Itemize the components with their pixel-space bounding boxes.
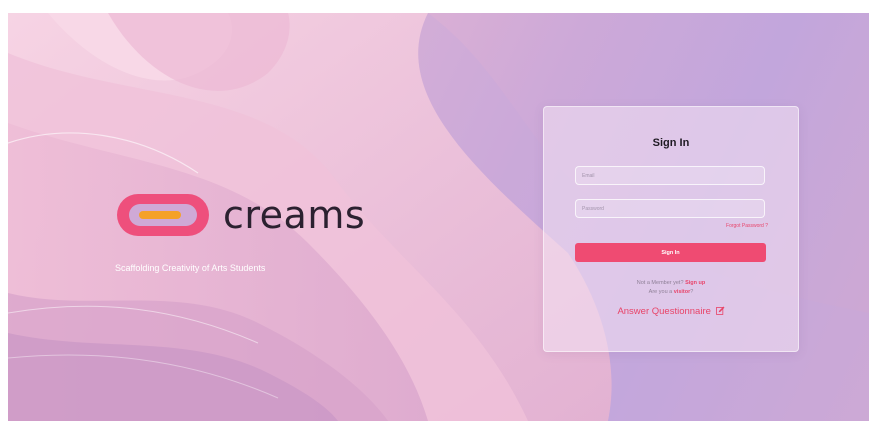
visitor-prefix-text: Are you a — [648, 289, 673, 295]
not-member-text: Not a Member yet? — [636, 280, 684, 286]
forgot-password-link[interactable]: Forgot Password ? — [726, 223, 768, 229]
sign-in-card: Sign In Forgot Password ? Sign In Not a … — [543, 106, 799, 352]
brand-logo: creams — [114, 189, 365, 245]
sign-in-title: Sign In — [652, 137, 690, 149]
password-field[interactable] — [575, 199, 765, 218]
visitor-link[interactable]: visitor — [674, 289, 691, 295]
brand-name: creams — [223, 193, 366, 237]
questionnaire-label: Answer Questionnaire — [617, 306, 711, 317]
visitor-suffix-text: ? — [690, 289, 694, 295]
sign-up-link[interactable]: Sign up — [685, 280, 705, 286]
visitor-prompt: Are you a visitor? — [544, 289, 798, 295]
pill-logo-icon — [117, 194, 209, 236]
brand-tagline: Scaffolding Creativity of Arts Students — [115, 263, 266, 273]
sign-in-button[interactable]: Sign In — [575, 243, 766, 262]
answer-questionnaire-link[interactable]: Answer Questionnaire — [544, 306, 798, 317]
login-page: creams Scaffolding Creativity of Arts St… — [8, 13, 869, 421]
email-field[interactable] — [575, 166, 765, 185]
signup-prompt: Not a Member yet? Sign up — [544, 280, 798, 286]
edit-icon — [715, 306, 725, 315]
